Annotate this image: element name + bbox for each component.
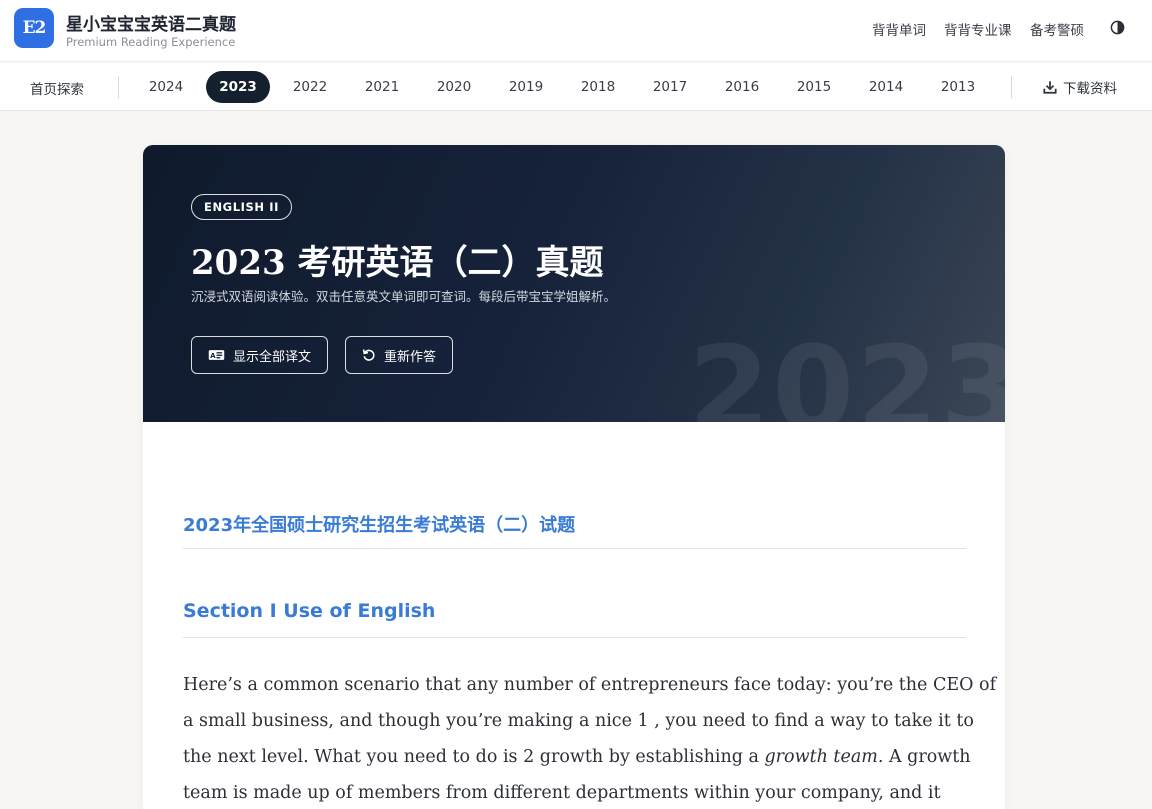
nav-major-course[interactable]: 背背专业课 [944,19,1012,39]
download-label: 下载资料 [1063,81,1117,97]
download-icon [1043,81,1057,94]
passage-line[interactable]: team is made up of members from differen… [183,775,966,809]
year-tab-2022[interactable]: 2022 [278,71,342,103]
brand-title[interactable]: 星小宝宝宝英语二真题 [66,10,236,35]
reset-answers-button[interactable]: 重新作答 [345,336,454,374]
year-tab-2013[interactable]: 2013 [926,71,990,103]
year-navigation: 首页探索 2024 2023 2022 2021 2020 2019 2018 … [0,63,1152,111]
show-all-translations-button[interactable]: A 显示全部译文 [191,336,329,374]
passage-line[interactable]: Here’s a common scenario that any number… [183,667,996,703]
nav-vocab[interactable]: 背背单词 [872,19,926,39]
passage-line[interactable]: a small business, and though you’re maki… [183,703,974,739]
year-tab-2023[interactable]: 2023 [206,71,270,103]
passage-line[interactable]: the next level. What you need to do is 2… [183,739,971,775]
year-tab-2021[interactable]: 2021 [350,71,414,103]
year-tab-2018[interactable]: 2018 [566,71,630,103]
exam-heading: 2023年全国硕士研究生招生考试英语（二）试题 [183,511,966,549]
show-all-translations-label: 显示全部译文 [233,348,312,364]
reset-answers-label: 重新作答 [384,348,437,364]
download-materials-button[interactable]: 下载资料 [1043,78,1117,97]
translate-icon: A [208,350,225,360]
passage-text: A growth [883,747,971,767]
english-ii-badge: ENGLISH II [191,194,292,220]
reading-passage: Here’s a common scenario that any number… [183,667,996,809]
hero-description: 沉浸式双语阅读体验。双击任意英文单词即可查词。每段后带宝宝学姐解析。 [191,289,617,304]
passage-italic: growth team. [764,747,884,767]
divider [118,76,119,98]
year-tab-2024[interactable]: 2024 [134,71,198,103]
logo-badge[interactable]: E2 [14,8,54,48]
svg-text:A: A [210,351,216,360]
passage-text: the next level. What you need to do is 2… [183,747,765,767]
page-title: 2023 考研英语（二）真题 [191,243,604,283]
year-tab-2017[interactable]: 2017 [638,71,702,103]
nav-police-master[interactable]: 备考警硕 [1030,19,1084,39]
divider [1011,76,1012,98]
year-watermark: 2023 [688,320,1005,422]
year-tab-2019[interactable]: 2019 [494,71,558,103]
brand-subtitle: Premium Reading Experience [66,35,236,49]
section-heading: Section I Use of English [183,600,966,638]
year-tab-2014[interactable]: 2014 [854,71,918,103]
hero-banner: 2023 ENGLISH II 2023 考研英语（二）真题 沉浸式双语阅读体验… [143,145,1005,422]
home-explore-link[interactable]: 首页探索 [30,78,84,98]
exam-card: 2023 ENGLISH II 2023 考研英语（二）真题 沉浸式双语阅读体验… [143,145,1005,809]
refresh-icon [362,349,375,361]
year-tab-2020[interactable]: 2020 [422,71,486,103]
year-tab-2015[interactable]: 2015 [782,71,846,103]
top-header: E2 星小宝宝宝英语二真题 Premium Reading Experience… [0,0,1152,62]
contrast-icon[interactable] [1110,20,1125,35]
year-tab-2016[interactable]: 2016 [710,71,774,103]
